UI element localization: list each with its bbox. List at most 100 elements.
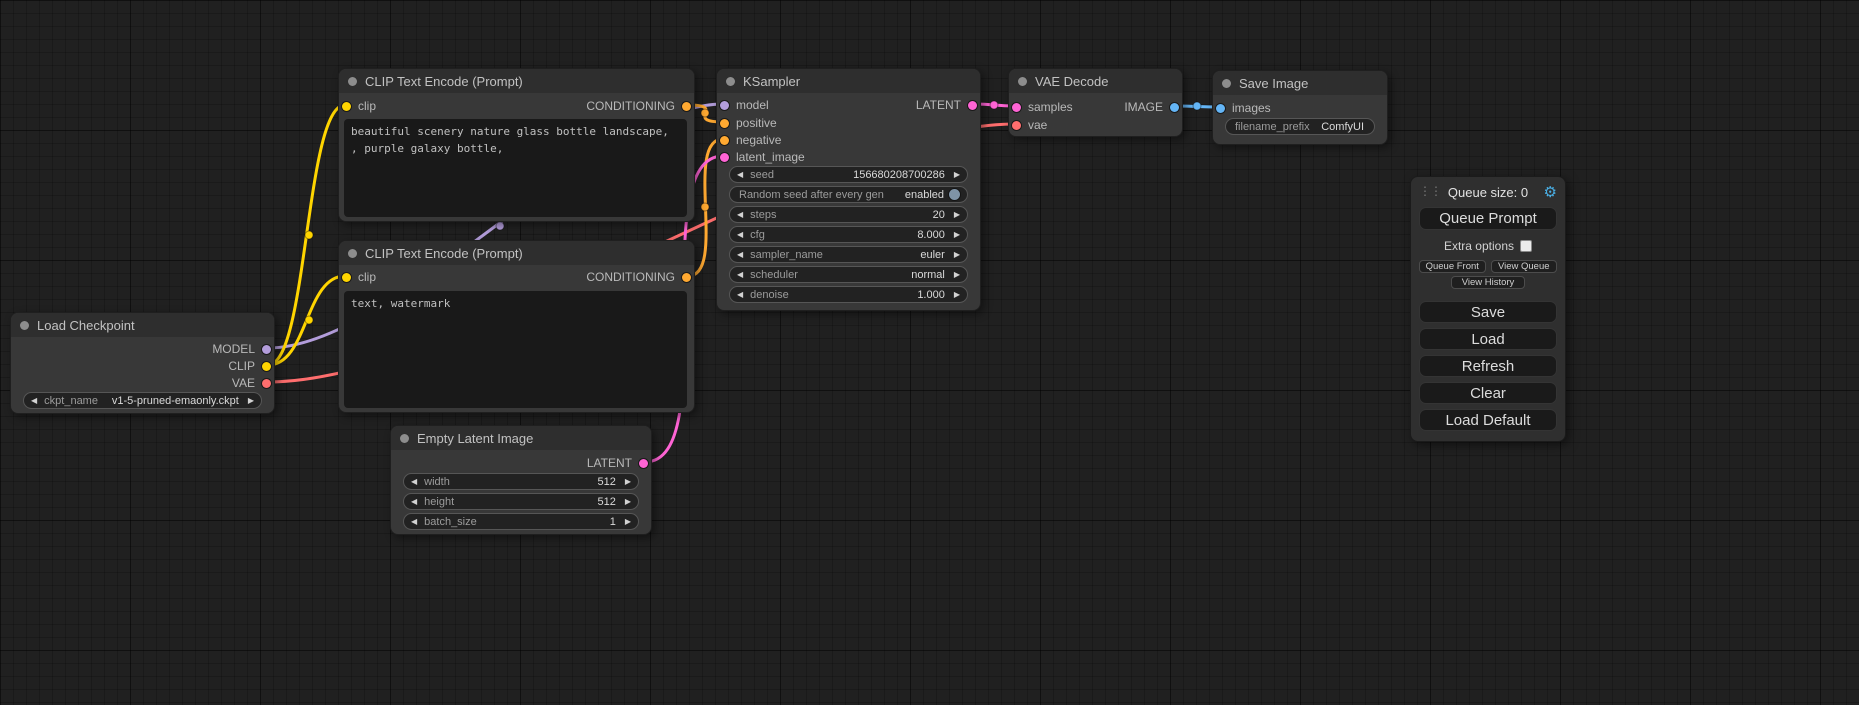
latent-slot-dot[interactable]	[720, 153, 729, 162]
seed-number-widget[interactable]: ◀ seed 156680208700286 ▶	[729, 166, 968, 183]
ckpt-name-combo-widget[interactable]: ◀ ckpt_name v1-5-pruned-emaonly.ckpt ▶	[23, 392, 262, 409]
sampler-name-combo-widget[interactable]: ◀ sampler_name euler ▶	[729, 246, 968, 263]
input-slot-clip[interactable]: clip	[342, 98, 376, 114]
denoise-number-widget[interactable]: ◀ denoise 1.000 ▶	[729, 286, 968, 303]
decrement-arrow-icon[interactable]: ◀	[737, 291, 743, 299]
image-slot-dot[interactable]	[1216, 104, 1225, 113]
decrement-arrow-icon[interactable]: ◀	[411, 478, 417, 486]
node-title-bar[interactable]: Load Checkpoint	[11, 313, 274, 337]
steps-number-widget[interactable]: ◀ steps 20 ▶	[729, 206, 968, 223]
decrement-arrow-icon[interactable]: ◀	[411, 498, 417, 506]
cfg-number-widget[interactable]: ◀ cfg 8.000 ▶	[729, 226, 968, 243]
collapse-dot-icon[interactable]	[1222, 79, 1231, 88]
output-slot-vae[interactable]: VAE	[232, 375, 271, 391]
toggle-knob-icon[interactable]	[949, 189, 960, 200]
latent-slot-dot[interactable]	[1012, 103, 1021, 112]
queue-prompt-button[interactable]: Queue Prompt	[1419, 207, 1557, 230]
node-empty-latent-image[interactable]: Empty Latent Image LATENT ◀ width 512 ▶ …	[390, 425, 652, 535]
decrement-arrow-icon[interactable]: ◀	[737, 231, 743, 239]
decrement-arrow-icon[interactable]: ◀	[737, 171, 743, 179]
node-clip-text-encode-negative[interactable]: CLIP Text Encode (Prompt) clip CONDITION…	[338, 240, 695, 413]
load-button[interactable]: Load	[1419, 328, 1557, 350]
node-title-bar[interactable]: Save Image	[1213, 71, 1387, 95]
clear-button[interactable]: Clear	[1419, 382, 1557, 404]
clip-slot-dot[interactable]	[342, 102, 351, 111]
conditioning-slot-dot[interactable]	[720, 136, 729, 145]
input-slot-model[interactable]: model	[720, 97, 769, 113]
collapse-dot-icon[interactable]	[1018, 77, 1027, 86]
scheduler-combo-widget[interactable]: ◀ scheduler normal ▶	[729, 266, 968, 283]
output-slot-conditioning[interactable]: CONDITIONING	[586, 269, 691, 285]
node-title-bar[interactable]: KSampler	[717, 69, 980, 93]
clip-slot-dot[interactable]	[262, 362, 271, 371]
increment-arrow-icon[interactable]: ▶	[625, 498, 631, 506]
output-slot-image[interactable]: IMAGE	[1124, 99, 1179, 115]
decrement-arrow-icon[interactable]: ◀	[737, 251, 743, 259]
node-load-checkpoint[interactable]: Load Checkpoint MODEL CLIP VAE ◀ ckpt_na…	[10, 312, 275, 414]
collapse-dot-icon[interactable]	[400, 434, 409, 443]
increment-arrow-icon[interactable]: ▶	[954, 271, 960, 279]
increment-arrow-icon[interactable]: ▶	[954, 171, 960, 179]
output-slot-latent[interactable]: LATENT	[916, 97, 977, 113]
batch-size-number-widget[interactable]: ◀ batch_size 1 ▶	[403, 513, 639, 530]
output-slot-conditioning[interactable]: CONDITIONING	[586, 98, 691, 114]
height-number-widget[interactable]: ◀ height 512 ▶	[403, 493, 639, 510]
node-save-image[interactable]: Save Image images filename_prefix ComfyU…	[1212, 70, 1388, 145]
latent-slot-dot[interactable]	[968, 101, 977, 110]
queue-front-button[interactable]: Queue Front	[1419, 260, 1486, 273]
collapse-dot-icon[interactable]	[20, 321, 29, 330]
decrement-arrow-icon[interactable]: ◀	[737, 211, 743, 219]
collapse-dot-icon[interactable]	[348, 249, 357, 258]
view-history-button[interactable]: View History	[1451, 276, 1526, 289]
model-slot-dot[interactable]	[262, 345, 271, 354]
increment-arrow-icon[interactable]: ▶	[625, 478, 631, 486]
input-slot-negative[interactable]: negative	[720, 132, 781, 148]
prompt-textarea[interactable]: beautiful scenery nature glass bottle la…	[344, 119, 687, 217]
increment-arrow-icon[interactable]: ▶	[954, 251, 960, 259]
node-graph-canvas[interactable]: Load Checkpoint MODEL CLIP VAE ◀ ckpt_na…	[0, 0, 1859, 705]
drag-handle-icon[interactable]: ⋮⋮	[1419, 184, 1441, 198]
input-slot-clip[interactable]: clip	[342, 269, 376, 285]
increment-arrow-icon[interactable]: ▶	[625, 518, 631, 526]
node-title-bar[interactable]: VAE Decode	[1009, 69, 1182, 93]
settings-gear-icon[interactable]: ⚙	[1544, 183, 1557, 201]
input-slot-vae[interactable]: vae	[1012, 117, 1047, 133]
decrement-arrow-icon[interactable]: ◀	[411, 518, 417, 526]
decrement-arrow-icon[interactable]: ◀	[737, 271, 743, 279]
node-title-bar[interactable]: CLIP Text Encode (Prompt)	[339, 69, 694, 93]
view-queue-button[interactable]: View Queue	[1491, 260, 1558, 273]
filename-prefix-text-widget[interactable]: filename_prefix ComfyUI	[1225, 118, 1375, 135]
load-default-button[interactable]: Load Default	[1419, 409, 1557, 431]
save-button[interactable]: Save	[1419, 301, 1557, 323]
random-seed-toggle-widget[interactable]: Random seed after every gen enabled	[729, 186, 968, 203]
conditioning-slot-dot[interactable]	[682, 102, 691, 111]
conditioning-slot-dot[interactable]	[682, 273, 691, 282]
width-number-widget[interactable]: ◀ width 512 ▶	[403, 473, 639, 490]
increment-arrow-icon[interactable]: ▶	[954, 231, 960, 239]
input-slot-images[interactable]: images	[1216, 100, 1271, 116]
vae-slot-dot[interactable]	[262, 379, 271, 388]
output-slot-latent[interactable]: LATENT	[587, 455, 648, 471]
input-slot-samples[interactable]: samples	[1012, 99, 1073, 115]
refresh-button[interactable]: Refresh	[1419, 355, 1557, 377]
node-title-bar[interactable]: CLIP Text Encode (Prompt)	[339, 241, 694, 265]
increment-arrow-icon[interactable]: ▶	[248, 397, 254, 405]
input-slot-positive[interactable]: positive	[720, 115, 777, 131]
output-slot-model[interactable]: MODEL	[212, 341, 271, 357]
vae-slot-dot[interactable]	[1012, 121, 1021, 130]
latent-slot-dot[interactable]	[639, 459, 648, 468]
extra-options-checkbox[interactable]	[1520, 240, 1532, 252]
node-vae-decode[interactable]: VAE Decode samples vae IMAGE	[1008, 68, 1183, 137]
output-slot-clip[interactable]: CLIP	[228, 358, 271, 374]
node-title-bar[interactable]: Empty Latent Image	[391, 426, 651, 450]
increment-arrow-icon[interactable]: ▶	[954, 291, 960, 299]
prompt-textarea[interactable]: text, watermark	[344, 291, 687, 408]
node-clip-text-encode-positive[interactable]: CLIP Text Encode (Prompt) clip CONDITION…	[338, 68, 695, 222]
collapse-dot-icon[interactable]	[726, 77, 735, 86]
conditioning-slot-dot[interactable]	[720, 119, 729, 128]
input-slot-latent-image[interactable]: latent_image	[720, 149, 805, 165]
decrement-arrow-icon[interactable]: ◀	[31, 397, 37, 405]
model-slot-dot[interactable]	[720, 101, 729, 110]
collapse-dot-icon[interactable]	[348, 77, 357, 86]
clip-slot-dot[interactable]	[342, 273, 351, 282]
